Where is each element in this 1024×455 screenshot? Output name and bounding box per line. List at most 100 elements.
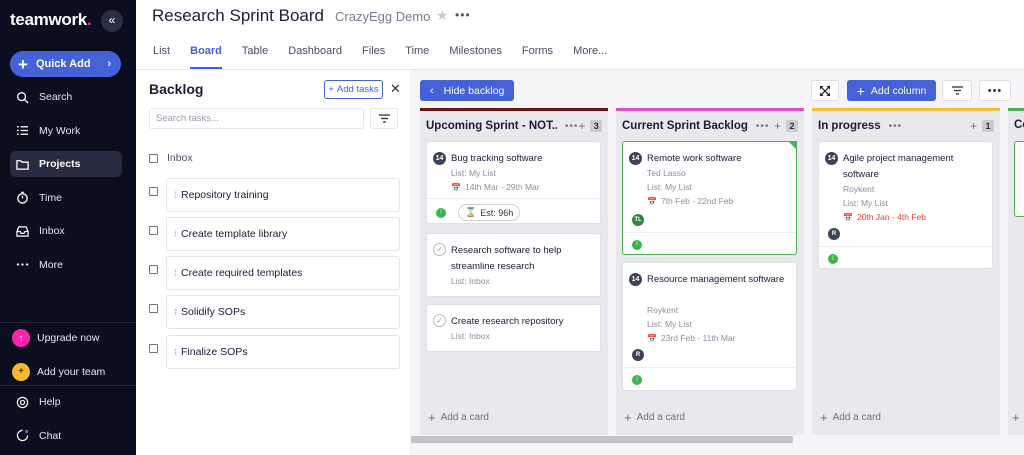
sidebar-item-help[interactable]: Help	[10, 389, 122, 415]
card-corner-flag	[788, 141, 797, 150]
drag-handle-icon[interactable]: ⁞⁞	[174, 268, 177, 278]
card-divider	[427, 198, 600, 199]
star-icon[interactable]: ★	[436, 7, 449, 24]
sidebar-item-chat[interactable]: Chat	[10, 423, 122, 449]
add-card-button[interactable]: + Add a card	[820, 410, 881, 425]
column-name[interactable]: Co	[1014, 119, 1024, 131]
backlog-task-card[interactable]: ⁞⁞ Create template library	[166, 217, 400, 251]
sidebar-divider	[0, 322, 136, 323]
column-menu-icon[interactable]: •••	[889, 121, 903, 132]
search-tasks-input[interactable]: Search tasks...	[149, 108, 364, 129]
task-checkbox[interactable]	[149, 265, 158, 274]
task-card[interactable]: 14 Bug tracking software List: My List 📅…	[426, 141, 601, 224]
tab-table[interactable]: Table	[242, 45, 268, 69]
column-add-icon[interactable]: +	[774, 119, 781, 133]
task-checkbox[interactable]	[149, 304, 158, 313]
column-name[interactable]: In progress	[818, 120, 881, 132]
add-card-label: Add a card	[440, 412, 489, 423]
fullscreen-button[interactable]	[811, 80, 839, 101]
avatar[interactable]: R	[632, 349, 644, 361]
card-date-overdue: 20th Jan - 4th Feb	[856, 212, 926, 222]
inbox-checkbox[interactable]	[149, 153, 158, 163]
card-date: 23rd Feb - 11th Mar	[660, 333, 736, 343]
card-title: Research software to help streamline res…	[451, 245, 562, 272]
sidebar-item-my-work[interactable]: My Work	[10, 118, 122, 144]
backlog-task-card[interactable]: ⁞⁞ Repository training	[166, 178, 400, 212]
upgrade-now-button[interactable]: ↑ Upgrade now	[10, 325, 122, 351]
sidebar-item-inbox[interactable]: Inbox	[10, 218, 122, 244]
sidebar-item-search[interactable]: Search	[10, 84, 122, 110]
backlog-task-card[interactable]: ⁞⁞ Finalize SOPs	[166, 335, 400, 369]
drag-handle-icon[interactable]: ⁞⁞	[174, 229, 177, 239]
logo[interactable]: teamwork.	[10, 10, 92, 30]
tab-dashboard[interactable]: Dashboard	[288, 45, 342, 69]
calendar-icon: 📅	[647, 197, 657, 206]
tab-files[interactable]: Files	[362, 45, 385, 69]
complete-check-icon[interactable]: ✓	[433, 243, 446, 256]
board-more-options-button[interactable]: •••	[979, 80, 1011, 101]
task-name: Finalize SOPs	[181, 346, 248, 358]
filter-button[interactable]	[370, 108, 398, 129]
add-your-team-button[interactable]: + Add your team	[10, 359, 122, 385]
task-card[interactable]: ✓ Create research repository List: Inbox	[426, 304, 601, 352]
add-column-button[interactable]: + Add column	[847, 80, 936, 101]
task-card[interactable]: 14 Resource management software Roykent …	[622, 262, 797, 391]
avatar[interactable]: TL	[632, 214, 644, 226]
inbox-group[interactable]: Inbox	[149, 152, 193, 164]
inbox-icon	[16, 226, 29, 237]
column-menu-icon[interactable]: •••	[565, 121, 579, 132]
drag-handle-icon[interactable]: ⁞⁞	[174, 347, 177, 357]
hide-backlog-button[interactable]: ‹ Hide backlog	[420, 80, 514, 101]
task-checkbox[interactable]	[149, 187, 158, 196]
project-name[interactable]: CrazyEgg Demo	[335, 9, 430, 24]
backlog-task-card[interactable]: ⁞⁞ Solidify SOPs	[166, 295, 400, 329]
tab-list[interactable]: List	[153, 45, 170, 69]
sidebar-item-more[interactable]: More	[10, 252, 122, 278]
add-card-button[interactable]: + Add a card	[624, 410, 685, 425]
tab-more[interactable]: More...	[573, 45, 607, 69]
list-icon	[16, 126, 29, 135]
task-card[interactable]	[1014, 141, 1024, 217]
tab-forms[interactable]: Forms	[522, 45, 553, 69]
tab-milestones[interactable]: Milestones	[449, 45, 502, 69]
column-add-icon[interactable]: +	[970, 119, 977, 133]
board-filter-button[interactable]	[942, 80, 972, 101]
drag-handle-icon[interactable]: ⁞⁞	[174, 307, 177, 317]
column-menu-icon[interactable]: •••	[756, 121, 770, 132]
complete-check-icon[interactable]: ✓	[433, 314, 446, 327]
sidebar-promo: ↑ Upgrade now + Add your team	[0, 325, 136, 392]
add-card-button[interactable]: + Add a card	[428, 410, 489, 425]
status-dot-icon: !	[632, 240, 642, 250]
sidebar-item-projects[interactable]: Projects	[10, 151, 122, 178]
plus-icon[interactable]: +	[1012, 410, 1020, 425]
card-title: Create research repository	[451, 316, 564, 327]
collapse-sidebar-button[interactable]: «	[101, 10, 123, 32]
sidebar-item-time[interactable]: Time	[10, 185, 122, 211]
add-tasks-button[interactable]: + Add tasks	[324, 80, 383, 99]
quick-add-button[interactable]: + Quick Add ›	[10, 51, 121, 77]
status-dot-icon: !	[436, 208, 446, 218]
sidebar: teamwork. « + Quick Add › Search My Work…	[0, 0, 136, 455]
column-add-icon[interactable]: +	[578, 119, 585, 133]
drag-handle-icon[interactable]: ⁞⁞	[174, 190, 177, 200]
task-card[interactable]: 14 Remote work software Ted Lasso List: …	[622, 141, 797, 255]
tab-time[interactable]: Time	[405, 45, 429, 69]
task-checkbox[interactable]	[149, 344, 158, 353]
column-name[interactable]: Upcoming Sprint - NOT...	[426, 120, 557, 132]
tab-board[interactable]: Board	[190, 45, 222, 69]
column-name[interactable]: Current Sprint Backlog	[622, 120, 748, 132]
close-backlog-icon[interactable]: ✕	[390, 81, 401, 97]
task-card[interactable]: ✓ Research software to help streamline r…	[426, 233, 601, 297]
plus-icon: +	[18, 54, 28, 74]
card-list: List: My List	[647, 182, 692, 192]
more-options-icon[interactable]: •••	[455, 8, 471, 22]
add-team-label: Add your team	[37, 365, 106, 378]
priority-badge: 14	[825, 152, 838, 165]
estimate-badge[interactable]: ⌛ Est: 96h	[458, 204, 521, 221]
task-card[interactable]: 14 Agile project management software Roy…	[818, 141, 993, 269]
backlog-task-card[interactable]: ⁞⁞ Create required templates	[166, 256, 400, 290]
horizontal-scrollbar[interactable]	[411, 436, 793, 443]
ellipsis-icon	[16, 263, 29, 267]
task-checkbox[interactable]	[149, 226, 158, 235]
avatar[interactable]: R	[828, 228, 840, 240]
